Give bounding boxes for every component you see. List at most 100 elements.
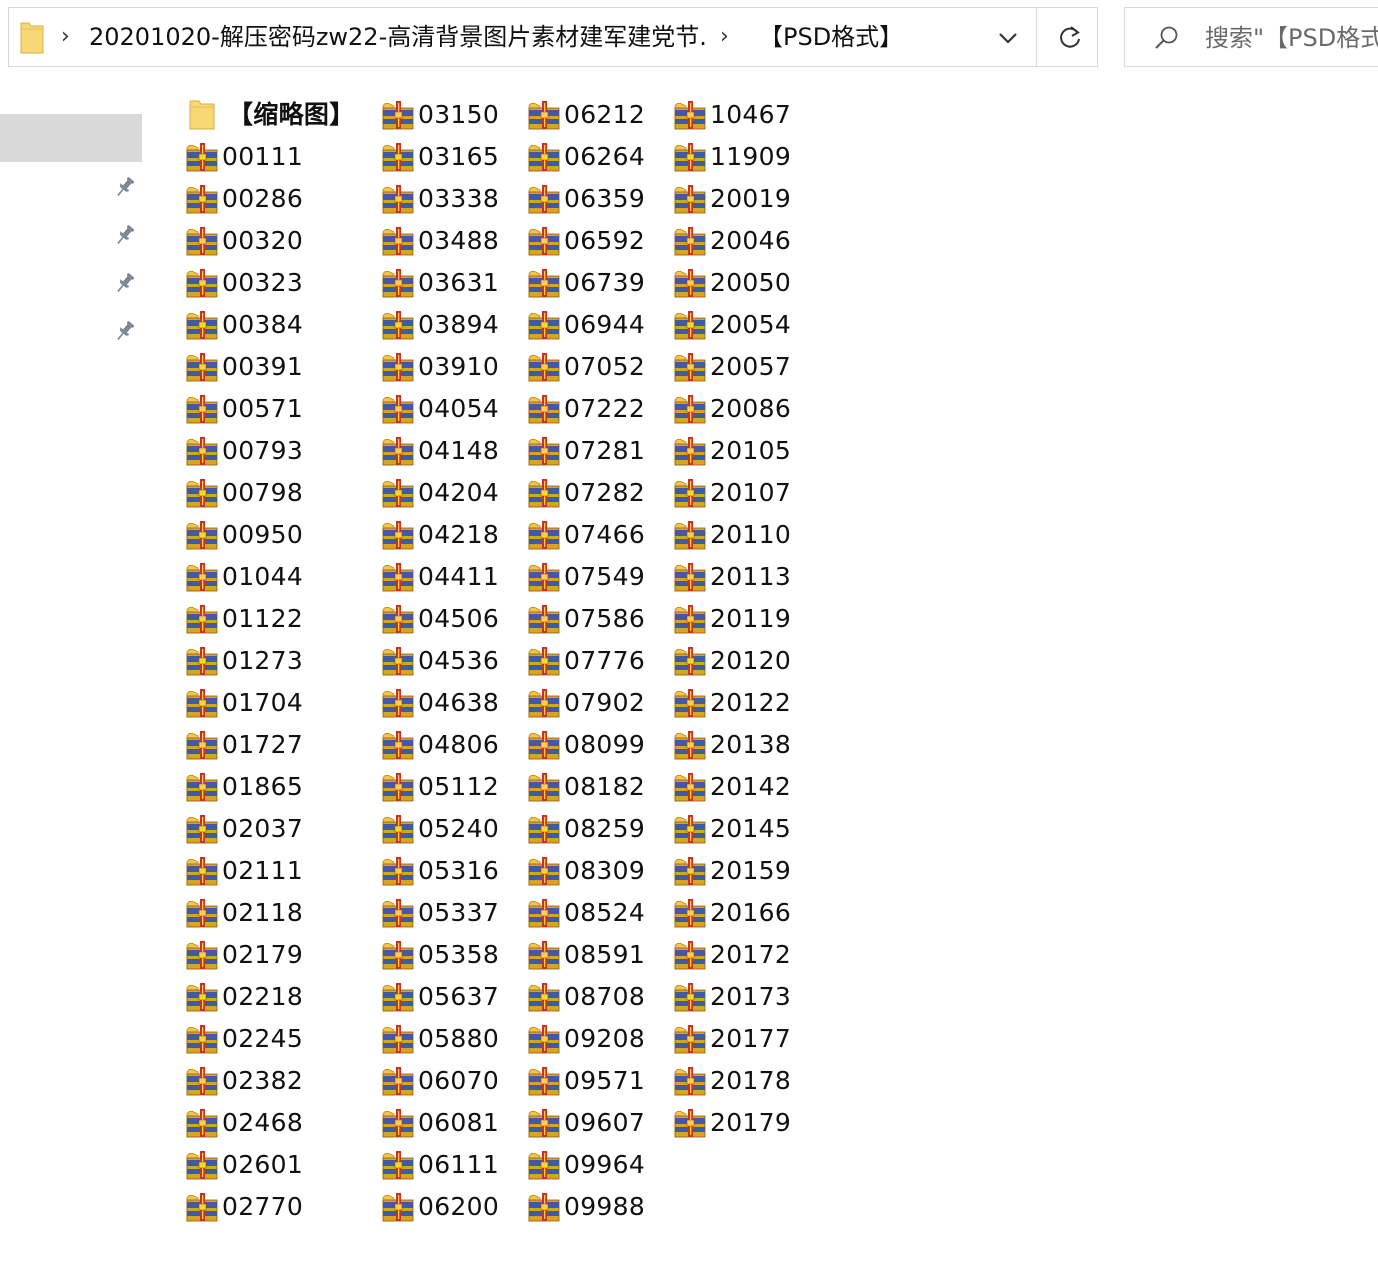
file-item[interactable]: 02601 xyxy=(185,1144,325,1186)
file-item[interactable]: 00391 xyxy=(185,346,325,388)
file-item[interactable]: 04218 xyxy=(381,514,521,556)
file-item[interactable]: 00793 xyxy=(185,430,325,472)
file-item[interactable]: 20057 xyxy=(673,346,813,388)
refresh-icon[interactable] xyxy=(1057,23,1083,51)
file-item[interactable]: 07776 xyxy=(527,640,667,682)
file-item[interactable]: 09607 xyxy=(527,1102,667,1144)
file-item[interactable]: 08708 xyxy=(527,976,667,1018)
file-item[interactable]: 00798 xyxy=(185,472,325,514)
file-item[interactable]: 03910 xyxy=(381,346,521,388)
file-item[interactable]: 04148 xyxy=(381,430,521,472)
file-item[interactable]: 20050 xyxy=(673,262,813,304)
file-item[interactable]: 05880 xyxy=(381,1018,521,1060)
file-item[interactable]: 20122 xyxy=(673,682,813,724)
file-item[interactable]: 01865 xyxy=(185,766,325,808)
file-item[interactable]: 01273 xyxy=(185,640,325,682)
file-item[interactable]: 20138 xyxy=(673,724,813,766)
file-item[interactable]: 06592 xyxy=(527,220,667,262)
file-item[interactable]: 05358 xyxy=(381,934,521,976)
file-item[interactable]: 09571 xyxy=(527,1060,667,1102)
file-item[interactable]: 20179 xyxy=(673,1102,813,1144)
file-item[interactable]: 08591 xyxy=(527,934,667,976)
breadcrumb-separator[interactable]: › xyxy=(720,22,729,52)
file-item[interactable]: 00571 xyxy=(185,388,325,430)
file-item[interactable]: 03488 xyxy=(381,220,521,262)
file-item[interactable]: 09964 xyxy=(527,1144,667,1186)
file-item[interactable]: 08099 xyxy=(527,724,667,766)
file-item[interactable]: 06070 xyxy=(381,1060,521,1102)
file-item[interactable]: 02218 xyxy=(185,976,325,1018)
file-item[interactable]: 06944 xyxy=(527,304,667,346)
file-item[interactable]: 08182 xyxy=(527,766,667,808)
nav-item-selected[interactable] xyxy=(0,114,142,162)
file-item[interactable]: 04411 xyxy=(381,556,521,598)
file-item[interactable]: 05240 xyxy=(381,808,521,850)
file-item[interactable]: 00286 xyxy=(185,178,325,220)
file-item[interactable]: 04054 xyxy=(381,388,521,430)
file-item[interactable]: 07466 xyxy=(527,514,667,556)
file-item[interactable]: 01044 xyxy=(185,556,325,598)
file-item[interactable]: 04506 xyxy=(381,598,521,640)
file-item[interactable]: 20145 xyxy=(673,808,813,850)
pin-icon[interactable] xyxy=(113,271,137,295)
file-item[interactable]: 04204 xyxy=(381,472,521,514)
address-bar[interactable]: › 20201020-解压密码zw22-高清背景图片素材建军建党节... › 【… xyxy=(8,7,1098,67)
file-item[interactable]: 07586 xyxy=(527,598,667,640)
search-input[interactable]: 搜索"【PSD格式】" xyxy=(1205,21,1378,55)
file-item[interactable]: 06739 xyxy=(527,262,667,304)
file-item[interactable]: 06081 xyxy=(381,1102,521,1144)
file-item[interactable]: 20142 xyxy=(673,766,813,808)
file-item[interactable]: 07549 xyxy=(527,556,667,598)
file-item[interactable]: 06212 xyxy=(527,94,667,136)
file-item[interactable]: 05316 xyxy=(381,850,521,892)
file-item[interactable]: 20046 xyxy=(673,220,813,262)
file-item[interactable]: 04536 xyxy=(381,640,521,682)
file-item[interactable]: 00111 xyxy=(185,136,325,178)
file-item[interactable]: 20173 xyxy=(673,976,813,1018)
file-item[interactable]: 02245 xyxy=(185,1018,325,1060)
file-item[interactable]: 02468 xyxy=(185,1102,325,1144)
file-item[interactable]: 20086 xyxy=(673,388,813,430)
file-item[interactable]: 06200 xyxy=(381,1186,521,1228)
file-item[interactable]: 20054 xyxy=(673,304,813,346)
file-item[interactable]: 05637 xyxy=(381,976,521,1018)
file-item[interactable]: 05337 xyxy=(381,892,521,934)
file-item[interactable]: 02037 xyxy=(185,808,325,850)
folder-item[interactable]: 【缩略图】 xyxy=(185,94,354,136)
file-item[interactable]: 07282 xyxy=(527,472,667,514)
search-box[interactable]: 搜索"【PSD格式】" xyxy=(1124,7,1378,67)
file-item[interactable]: 09208 xyxy=(527,1018,667,1060)
file-item[interactable]: 20019 xyxy=(673,178,813,220)
file-item[interactable]: 00323 xyxy=(185,262,325,304)
file-item[interactable]: 02111 xyxy=(185,850,325,892)
file-item[interactable]: 00320 xyxy=(185,220,325,262)
file-item[interactable]: 10467 xyxy=(673,94,813,136)
file-item[interactable]: 01122 xyxy=(185,598,325,640)
file-item[interactable]: 07052 xyxy=(527,346,667,388)
pin-icon[interactable] xyxy=(113,223,137,247)
file-item[interactable]: 20166 xyxy=(673,892,813,934)
file-item[interactable]: 00384 xyxy=(185,304,325,346)
pin-icon[interactable] xyxy=(113,175,137,199)
file-item[interactable]: 20177 xyxy=(673,1018,813,1060)
file-item[interactable]: 03165 xyxy=(381,136,521,178)
file-item[interactable]: 07281 xyxy=(527,430,667,472)
file-item[interactable]: 09988 xyxy=(527,1186,667,1228)
file-item[interactable]: 20110 xyxy=(673,514,813,556)
file-item[interactable]: 11909 xyxy=(673,136,813,178)
file-item[interactable]: 20105 xyxy=(673,430,813,472)
file-item[interactable]: 02179 xyxy=(185,934,325,976)
file-item[interactable]: 08259 xyxy=(527,808,667,850)
file-item[interactable]: 02770 xyxy=(185,1186,325,1228)
file-item[interactable]: 02118 xyxy=(185,892,325,934)
file-item[interactable]: 20159 xyxy=(673,850,813,892)
file-item[interactable]: 03150 xyxy=(381,94,521,136)
file-item[interactable]: 08524 xyxy=(527,892,667,934)
file-item[interactable]: 03338 xyxy=(381,178,521,220)
file-item[interactable]: 06264 xyxy=(527,136,667,178)
file-item[interactable]: 20120 xyxy=(673,640,813,682)
file-item[interactable]: 00950 xyxy=(185,514,325,556)
file-item[interactable]: 20107 xyxy=(673,472,813,514)
file-item[interactable]: 08309 xyxy=(527,850,667,892)
file-item[interactable]: 04638 xyxy=(381,682,521,724)
